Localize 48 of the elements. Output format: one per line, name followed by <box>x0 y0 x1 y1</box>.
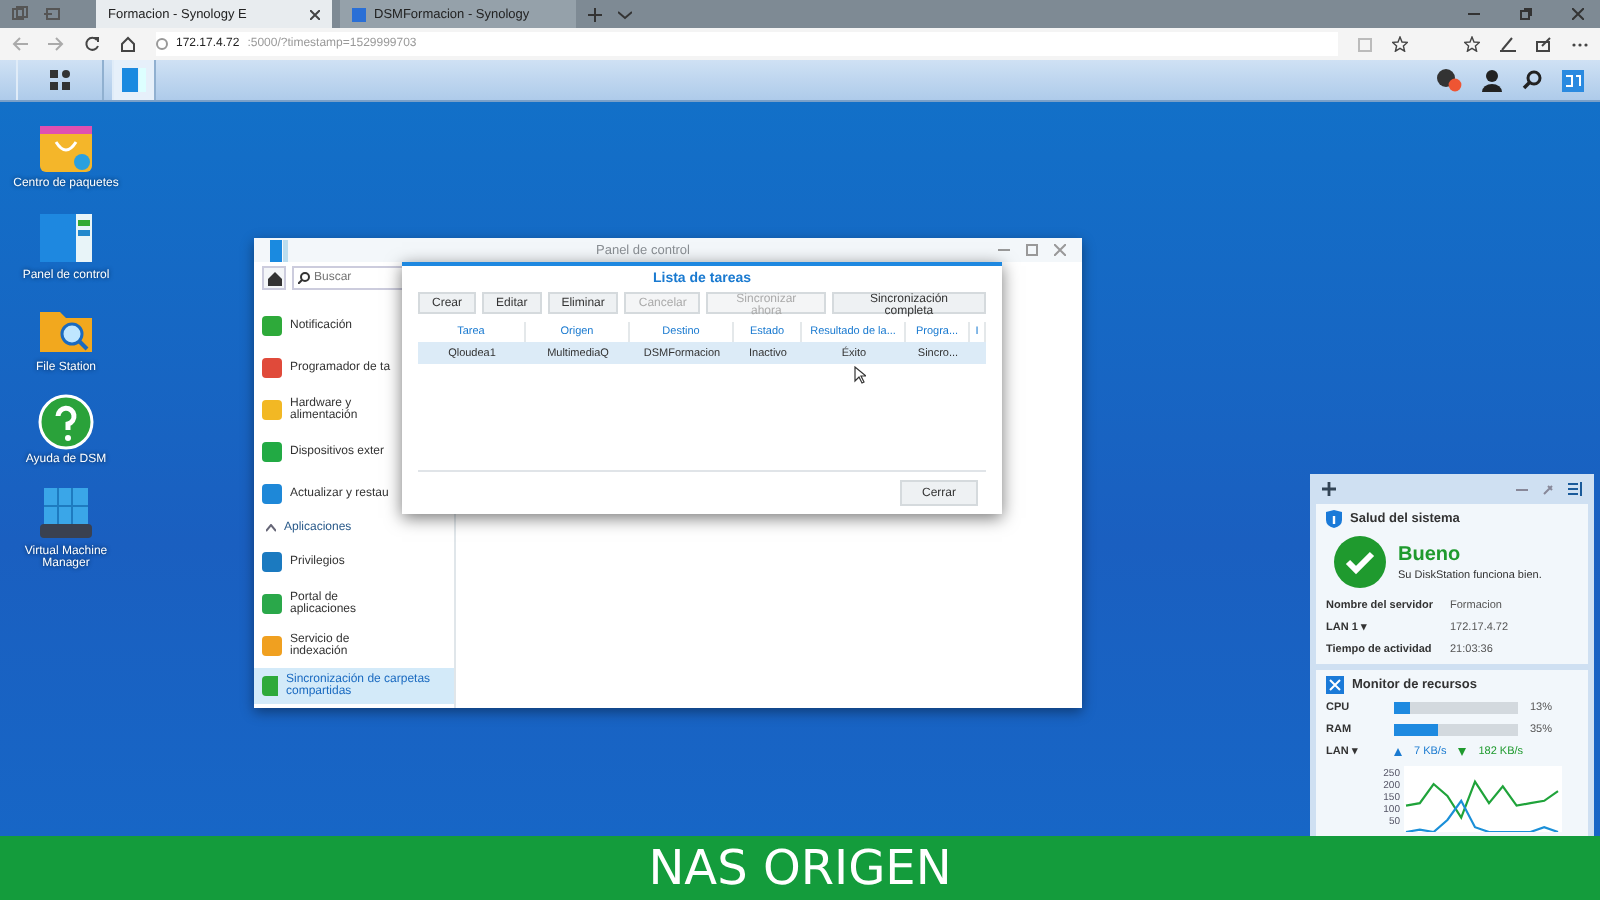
search-icon <box>298 272 310 284</box>
home-button[interactable] <box>262 266 286 290</box>
mouse-cursor-icon <box>854 366 866 384</box>
star-icon[interactable] <box>1392 36 1408 52</box>
back-tabs-icon[interactable] <box>44 6 60 22</box>
line-series <box>1404 780 1560 819</box>
close-icon[interactable] <box>310 9 320 19</box>
widgets-icon[interactable] <box>1562 69 1584 91</box>
server-screen-icon <box>38 486 94 542</box>
caption-text: NAS ORIGEN <box>648 840 952 896</box>
maximize-icon[interactable] <box>1026 244 1038 256</box>
share-icon[interactable] <box>1536 36 1552 52</box>
help-icon <box>38 394 94 450</box>
refresh-icon[interactable] <box>84 36 100 52</box>
control-panel-icon <box>38 210 94 266</box>
synology-logo-icon <box>352 7 366 21</box>
info-shield-icon <box>1326 510 1342 528</box>
health-status: Bueno <box>1398 543 1463 565</box>
home-icon <box>267 271 281 285</box>
download-arrow-icon <box>1458 747 1467 755</box>
minimize-icon[interactable] <box>1468 8 1480 20</box>
back-arrow-icon[interactable] <box>12 36 28 52</box>
chevron-icon <box>266 523 276 532</box>
pen-icon[interactable] <box>1500 36 1516 52</box>
widget-menu-icon[interactable] <box>1568 482 1582 496</box>
user-icon[interactable] <box>1482 69 1502 91</box>
tabs-icon[interactable] <box>12 6 28 22</box>
minimize-icon[interactable] <box>1516 483 1528 495</box>
favorites-icon[interactable] <box>1464 36 1480 52</box>
new-tab-icon[interactable] <box>588 7 602 21</box>
add-icon[interactable] <box>1322 482 1336 496</box>
search-icon[interactable] <box>1522 70 1542 90</box>
more-icon[interactable] <box>1572 41 1588 47</box>
chevron-down-icon[interactable] <box>618 9 632 19</box>
minimize-icon[interactable] <box>998 244 1010 256</box>
line-series <box>1404 799 1560 832</box>
forward-arrow-icon[interactable] <box>48 36 64 52</box>
check-circle-icon <box>1334 536 1386 588</box>
control-panel-icon <box>122 68 146 92</box>
home-icon[interactable] <box>120 36 136 52</box>
grid-icon <box>50 70 70 90</box>
restore-icon[interactable] <box>1520 8 1532 20</box>
main-menu-button[interactable] <box>16 60 104 100</box>
close-icon[interactable] <box>1572 8 1584 20</box>
control-panel-icon <box>270 239 288 261</box>
pin-icon[interactable] <box>1542 483 1554 495</box>
info-icon <box>156 38 168 50</box>
upload-arrow-icon <box>1394 747 1402 755</box>
